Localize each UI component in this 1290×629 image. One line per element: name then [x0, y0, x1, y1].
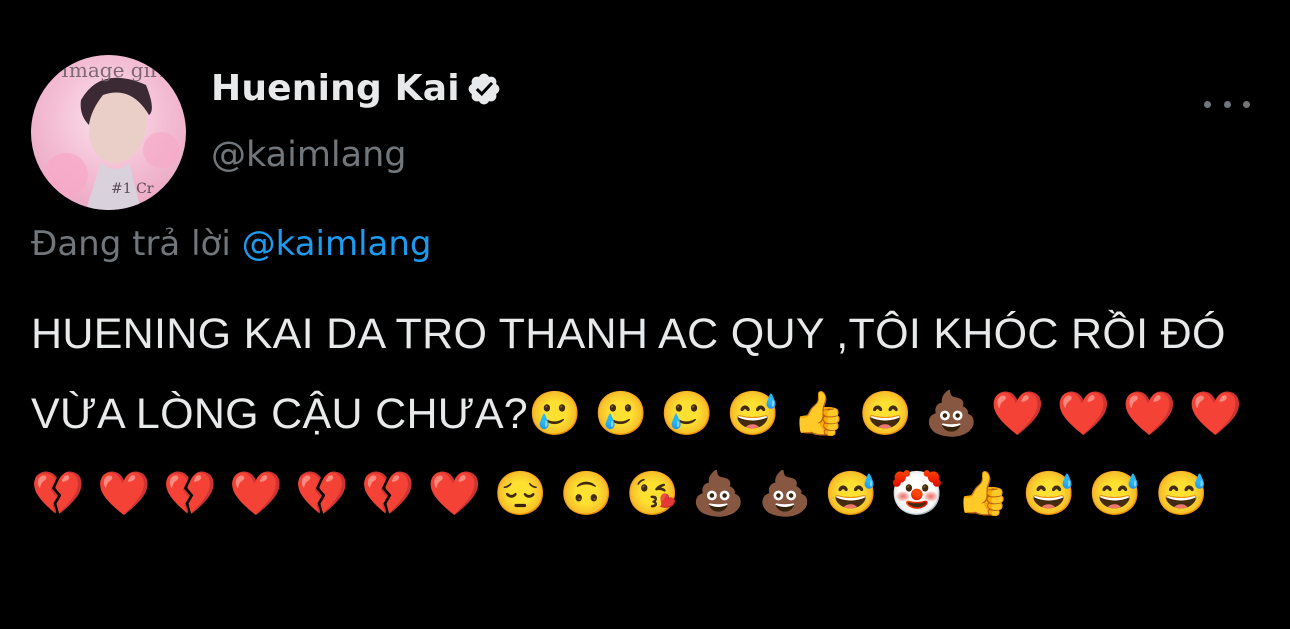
avatar-overlay-bottom: #1 Cr	[111, 181, 154, 197]
author-name-row: Huening Kai	[211, 68, 502, 109]
replying-to-mention[interactable]: @kaimlang	[242, 224, 432, 264]
replying-to: Đang trả lời @kaimlang	[31, 224, 431, 264]
tweet-text: HUENING KAI DA TRO THANH AC QUY ,TÔI KHÓ…	[31, 310, 1243, 518]
author-display-name[interactable]: Huening Kai	[211, 68, 460, 109]
avatar[interactable]: Image girls #1 Cr	[31, 55, 186, 210]
replying-to-label: Đang trả lời	[31, 224, 242, 264]
avatar-image: Image girls #1 Cr	[44, 58, 179, 210]
avatar-overlay-top: Image girls	[61, 58, 176, 82]
verified-badge-icon	[466, 71, 502, 107]
more-options-icon[interactable]	[1204, 92, 1250, 116]
author-handle[interactable]: @kaimlang	[211, 135, 407, 175]
